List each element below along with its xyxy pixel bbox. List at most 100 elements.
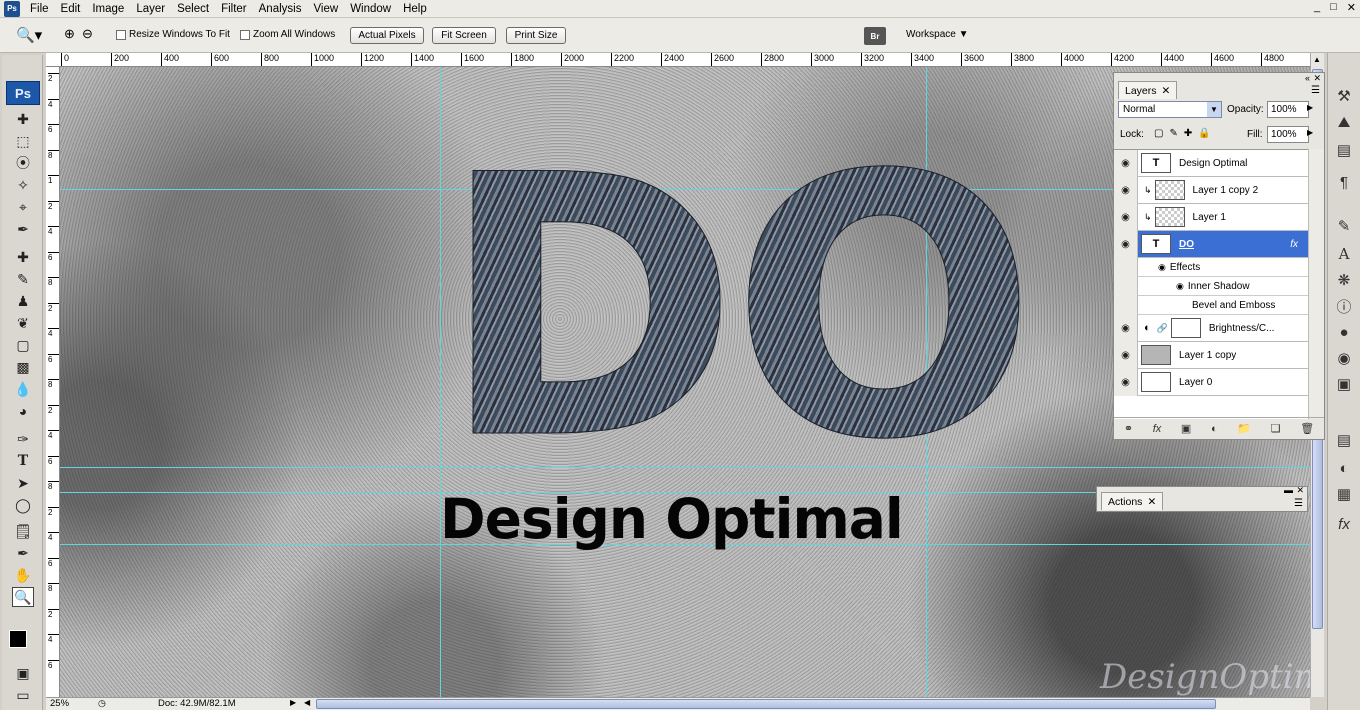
history-icon[interactable]: ▤ [1332, 429, 1356, 451]
panel-collapse-icon[interactable]: « [1305, 73, 1310, 83]
menu-layer[interactable]: Layer [130, 0, 171, 18]
effects-row[interactable]: ◉ Effects [1114, 257, 1308, 277]
panel-close-icon[interactable]: ✕ [1313, 73, 1321, 84]
fx-badge[interactable]: fx [1290, 239, 1298, 250]
styles-icon[interactable]: ▦ [1332, 483, 1356, 505]
horizontal-scroll-thumb[interactable] [316, 699, 1216, 709]
workspace-menu[interactable]: Workspace ▼ [906, 29, 969, 40]
status-menu-arrow-icon[interactable]: ▶ [290, 698, 296, 707]
visibility-eye-icon[interactable]: ◉ [1176, 281, 1184, 292]
menu-image[interactable]: Image [86, 0, 130, 18]
path-selection-tool-icon[interactable]: ➤ [12, 473, 34, 493]
visibility-eye-icon[interactable]: ◉ [1114, 203, 1138, 231]
effect-row[interactable]: Bevel and Emboss [1114, 295, 1308, 315]
layers-tab[interactable]: Layers ✕ [1118, 81, 1178, 99]
new-adjustment-icon[interactable]: ◐ [1211, 423, 1218, 435]
zoom-tool-icon[interactable]: 🔍▾ [16, 26, 42, 44]
tab-close-icon[interactable]: ✕ [1147, 496, 1156, 508]
fx-icon[interactable]: fx [1332, 513, 1356, 535]
menu-view[interactable]: View [307, 0, 344, 18]
type-tool-icon[interactable]: T [12, 451, 34, 471]
ellipse-tool-icon[interactable]: ◯ [12, 495, 34, 515]
effect-row[interactable]: ◉ Inner Shadow [1114, 276, 1308, 296]
actual-pixels-button[interactable]: Actual Pixels [350, 27, 424, 44]
visibility-eye-icon[interactable]: ◉ [1114, 176, 1138, 204]
visibility-eye-icon[interactable]: ◉ [1158, 262, 1166, 273]
actions-tab[interactable]: Actions ✕ [1101, 492, 1164, 510]
adjustments-icon[interactable]: ◐ [1332, 457, 1356, 479]
fit-screen-button[interactable]: Fit Screen [432, 27, 496, 44]
lock-options-icon[interactable]: ▢✎✚🔒 [1154, 128, 1217, 139]
layer-row[interactable]: ◉ T Design Optimal [1114, 150, 1308, 177]
menu-select[interactable]: Select [171, 0, 215, 18]
close-icon[interactable]: ✕ [1347, 1, 1356, 14]
layers-scrollbar[interactable] [1308, 149, 1324, 419]
zoom-all-checkbox[interactable]: Zoom All Windows [240, 29, 335, 40]
dodge-tool-icon[interactable]: ◕ [12, 401, 34, 421]
scroll-up-icon[interactable]: ▲ [1313, 55, 1321, 64]
quick-mask-icon[interactable]: ▣ [12, 663, 34, 683]
swatches-icon[interactable]: ◉ [1332, 347, 1356, 369]
zoom-level[interactable]: 25% [50, 698, 69, 709]
histogram-icon[interactable]: ▤ [1332, 139, 1356, 161]
visibility-eye-icon[interactable]: ◉ [1114, 314, 1138, 342]
layer-row[interactable]: ◉ ↳ Layer 1 [1114, 203, 1308, 231]
layer-row[interactable]: ◉ ↳ Layer 1 copy 2 [1114, 176, 1308, 204]
masks-icon[interactable]: ▣ [1332, 373, 1356, 395]
history-brush-tool-icon[interactable]: ❦ [12, 313, 34, 333]
menu-filter[interactable]: Filter [215, 0, 253, 18]
visibility-eye-icon[interactable]: ◉ [1114, 150, 1138, 177]
info-icon[interactable]: ⓘ [1332, 295, 1356, 317]
layer-row[interactable]: ◉ ◐ 🔗 Brightness/C... [1114, 314, 1308, 342]
print-size-button[interactable]: Print Size [506, 27, 566, 44]
menu-edit[interactable]: Edit [55, 0, 87, 18]
new-group-icon[interactable]: 📁 [1237, 422, 1251, 435]
tab-close-icon[interactable]: ✕ [1162, 85, 1171, 97]
restore-icon[interactable]: □ [1330, 1, 1337, 14]
foreground-color-swatch[interactable] [9, 630, 27, 648]
menu-file[interactable]: File [24, 0, 55, 18]
zoom-tool-active-icon[interactable]: 🔍 [12, 587, 34, 607]
marquee-tool-icon[interactable]: ⬚ [12, 131, 34, 151]
delete-layer-icon[interactable]: 🗑 [1300, 422, 1314, 435]
brushes-icon[interactable]: ✎ [1332, 215, 1356, 237]
panel-minimize-icon[interactable]: ▬ [1284, 485, 1293, 495]
color-sampler-tool-icon[interactable]: ✒ [12, 543, 34, 563]
healing-brush-tool-icon[interactable]: ✚ [12, 247, 34, 267]
opacity-slider-icon[interactable]: ▶ [1307, 103, 1313, 112]
paragraph-icon[interactable]: ¶ [1332, 171, 1356, 193]
panel-close-icon[interactable]: ✕ [1296, 485, 1304, 496]
fill-slider-icon[interactable]: ▶ [1307, 128, 1313, 137]
blend-mode-select[interactable]: Normal ▼ [1118, 101, 1222, 118]
move-tool-icon[interactable]: ✚ [12, 109, 34, 129]
channels-icon[interactable]: ❋ [1332, 269, 1356, 291]
visibility-eye-icon[interactable]: ◉ [1114, 230, 1138, 258]
tools-preset-icon[interactable]: ⚒ [1332, 85, 1356, 107]
character-icon[interactable]: A [1332, 243, 1356, 265]
visibility-eye-icon[interactable]: ◉ [1114, 341, 1138, 369]
panel-menu-icon[interactable]: ☰ [1311, 85, 1320, 96]
link-layers-icon[interactable]: ⚭ [1124, 422, 1133, 435]
scroll-left-icon[interactable]: ◀ [304, 698, 310, 707]
resize-windows-checkbox[interactable]: Resize Windows To Fit [116, 29, 230, 40]
menu-window[interactable]: Window [344, 0, 397, 18]
clone-stamp-tool-icon[interactable]: ♟ [12, 291, 34, 311]
crop-tool-icon[interactable]: ⌖ [12, 197, 34, 217]
status-info-icon[interactable]: ◷ [98, 698, 106, 709]
add-style-icon[interactable]: fx [1153, 423, 1162, 435]
gradient-tool-icon[interactable]: ▩ [12, 357, 34, 377]
visibility-eye-icon[interactable]: ◉ [1114, 368, 1138, 396]
menu-help[interactable]: Help [397, 0, 433, 18]
opacity-field[interactable]: 100% [1267, 101, 1309, 118]
pen-tool-icon[interactable]: ✑ [12, 429, 34, 449]
fill-field[interactable]: 100% [1267, 126, 1309, 143]
lasso-tool-icon[interactable]: ⦿ [12, 153, 34, 173]
zoom-out-icon[interactable]: ⊖ [82, 26, 93, 42]
hand-tool-icon[interactable]: ✋ [12, 565, 34, 585]
layer-row[interactable]: ◉ Layer 0 [1114, 368, 1308, 396]
eyedropper-tool-icon[interactable]: ✒ [12, 219, 34, 239]
notes-tool-icon[interactable]: 🗒 [12, 521, 34, 541]
color-icon[interactable]: ● [1332, 321, 1356, 343]
screen-mode-icon[interactable]: ▭ [12, 685, 34, 705]
layer-row[interactable]: ◉ Layer 1 copy [1114, 341, 1308, 369]
